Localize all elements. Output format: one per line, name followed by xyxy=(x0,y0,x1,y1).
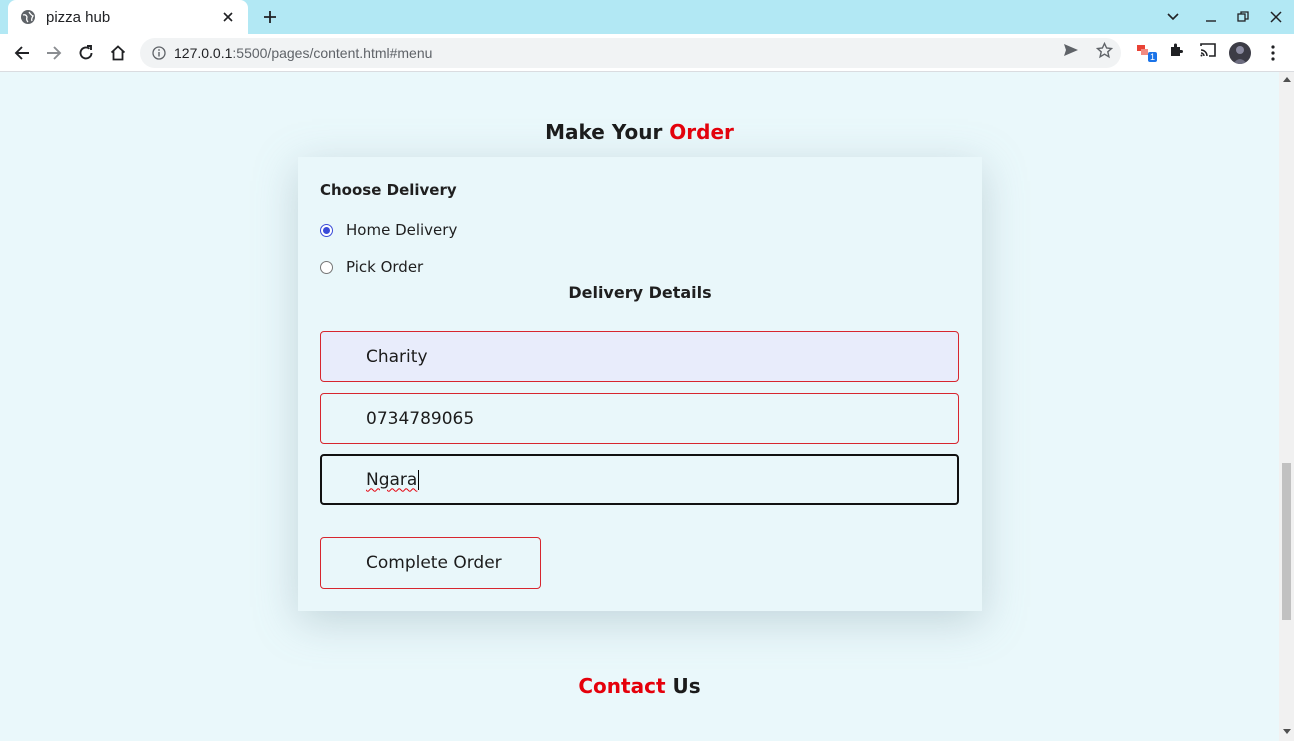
cast-icon[interactable] xyxy=(1199,41,1217,59)
extension-badge: 1 xyxy=(1147,52,1157,62)
complete-order-button[interactable]: Complete Order xyxy=(320,537,541,589)
forward-icon[interactable] xyxy=(43,42,65,64)
location-input[interactable]: Ngara xyxy=(320,454,959,505)
browser-tab[interactable]: pizza hub xyxy=(8,0,248,34)
delivery-option-pickup[interactable]: Pick Order xyxy=(320,258,423,276)
send-icon[interactable] xyxy=(1062,41,1080,59)
contact-heading-suffix: Us xyxy=(665,674,701,698)
page-scrollbar[interactable] xyxy=(1279,72,1294,741)
order-form-card: Choose Delivery Home Delivery Pick Order… xyxy=(298,157,982,611)
page-viewport: Make Your Order Choose Delivery Home Del… xyxy=(0,72,1279,741)
order-heading-accent: Order xyxy=(669,120,734,144)
name-input-value: Charity xyxy=(366,346,428,367)
order-heading-prefix: Make Your xyxy=(545,120,670,144)
tab-search-icon[interactable] xyxy=(1164,8,1182,26)
pick-order-label: Pick Order xyxy=(346,258,424,276)
delivery-option-home[interactable]: Home Delivery xyxy=(320,221,457,239)
minimize-icon[interactable] xyxy=(1202,8,1220,26)
puzzle-icon[interactable] xyxy=(1167,41,1185,59)
browser-toolbar: 127.0.0.1:5500/pages/content.html#menu 1 xyxy=(0,34,1294,72)
location-input-value: Ngara xyxy=(366,469,418,490)
url-text: 127.0.0.1:5500/pages/content.html#menu xyxy=(174,45,432,61)
contact-heading: Contact Us xyxy=(0,674,1279,698)
phone-input-value: 0734789065 xyxy=(366,408,475,429)
bookmark-star-icon[interactable] xyxy=(1095,41,1113,59)
profile-avatar[interactable] xyxy=(1229,42,1251,64)
new-tab-button[interactable] xyxy=(258,6,282,28)
order-heading: Make Your Order xyxy=(0,120,1279,144)
scroll-down-arrow-icon[interactable] xyxy=(1282,729,1291,737)
home-delivery-radio[interactable] xyxy=(320,223,333,237)
scroll-up-arrow-icon[interactable] xyxy=(1282,76,1291,84)
phone-input[interactable]: 0734789065 xyxy=(320,393,959,444)
url-host: 127.0.0.1 xyxy=(174,45,233,61)
close-tab-icon[interactable] xyxy=(220,9,236,25)
globe-icon xyxy=(20,9,36,25)
more-menu-icon[interactable] xyxy=(1262,42,1284,64)
delivery-details-title: Delivery Details xyxy=(568,283,712,302)
restore-icon[interactable] xyxy=(1234,8,1252,26)
choose-delivery-label: Choose Delivery xyxy=(320,181,457,199)
scrollbar-thumb[interactable] xyxy=(1282,463,1291,620)
extension-icon[interactable]: 1 xyxy=(1135,41,1157,62)
site-info-icon[interactable] xyxy=(152,46,166,60)
address-bar[interactable]: 127.0.0.1:5500/pages/content.html#menu xyxy=(140,38,1121,68)
url-path: :5500/pages/content.html#menu xyxy=(232,45,433,61)
tab-title: pizza hub xyxy=(46,8,111,26)
reload-icon[interactable] xyxy=(75,42,97,64)
browser-tabstrip: pizza hub xyxy=(0,0,1294,34)
close-window-icon[interactable] xyxy=(1267,8,1285,26)
contact-heading-accent: Contact xyxy=(578,674,666,698)
name-input[interactable]: Charity xyxy=(320,331,959,382)
back-icon[interactable] xyxy=(11,42,33,64)
home-delivery-label: Home Delivery xyxy=(346,221,458,239)
home-icon[interactable] xyxy=(107,42,129,64)
pick-order-radio[interactable] xyxy=(320,260,333,274)
text-caret xyxy=(418,469,420,490)
